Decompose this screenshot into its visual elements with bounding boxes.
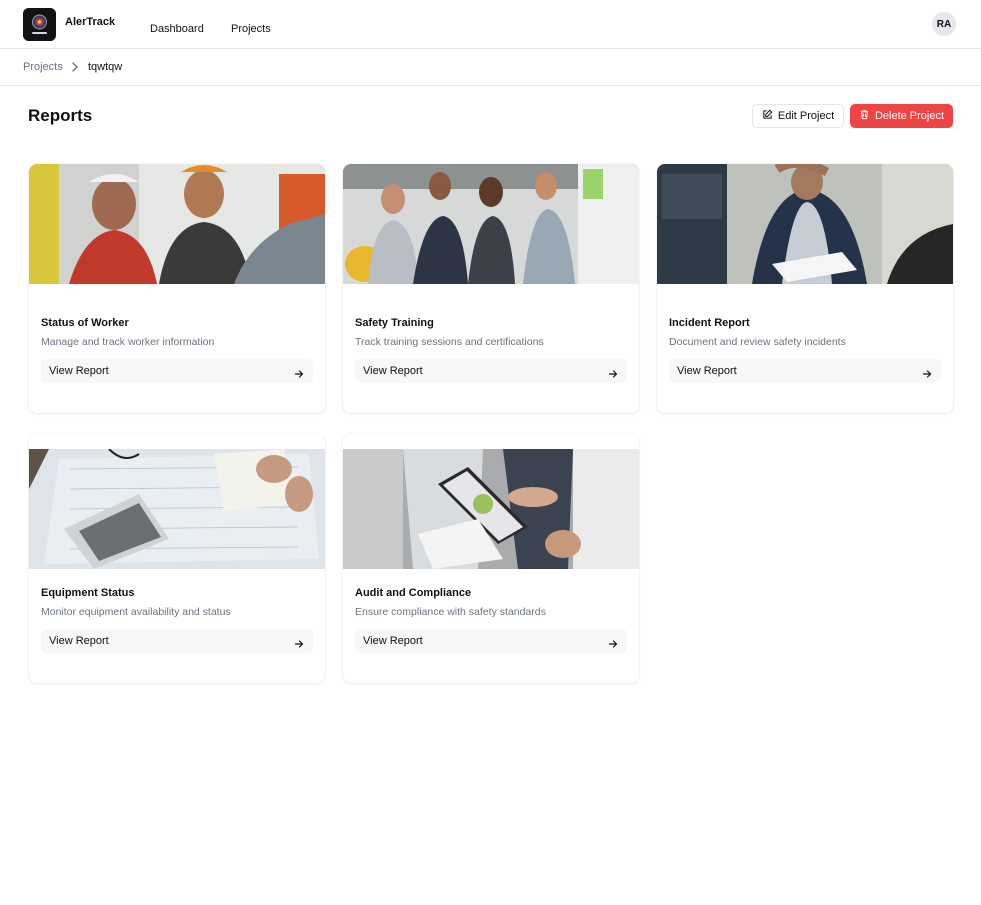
report-card-safety-training: Safety Training Track training sessions … (343, 164, 639, 413)
report-card-description: Track training sessions and certificatio… (355, 336, 544, 348)
view-report-label: View Report (49, 635, 109, 647)
delete-project-label: Delete Project (874, 110, 945, 122)
top-navbar: AlerTrack Dashboard Projects RA (0, 0, 981, 49)
brand-name: AlerTrack (65, 16, 116, 28)
view-report-label: View Report (363, 365, 423, 377)
view-report-button[interactable]: View Report (355, 629, 627, 653)
view-report-button[interactable]: View Report (41, 359, 313, 383)
edit-project-label: Edit Project (777, 110, 835, 122)
breadcrumb-projects-link[interactable]: Projects (23, 61, 63, 73)
report-image-audit (343, 449, 639, 569)
report-card-title: Safety Training (355, 317, 434, 329)
report-image-workers (29, 164, 325, 284)
report-card-title: Equipment Status (41, 587, 135, 599)
report-card-incident-report: Incident Report Document and review safe… (657, 164, 953, 413)
user-avatar[interactable]: RA (932, 12, 956, 36)
view-report-button[interactable]: View Report (669, 359, 941, 383)
arrow-right-icon (294, 366, 304, 378)
report-card-equipment-status: Equipment Status Monitor equipment avail… (29, 434, 325, 683)
report-card-description: Document and review safety incidents (669, 336, 846, 348)
report-card-title: Status of Worker (41, 317, 129, 329)
nav-dashboard[interactable]: Dashboard (150, 23, 204, 35)
breadcrumb: Projects tqwtqw (0, 49, 981, 86)
report-image-incident (657, 164, 953, 284)
report-image-training (343, 164, 639, 284)
arrow-right-icon (608, 366, 618, 378)
app-logo[interactable] (23, 8, 56, 41)
page-title: Reports (28, 106, 93, 125)
report-card-audit-and-compliance: Audit and Compliance Ensure compliance w… (343, 434, 639, 683)
report-card-description: Monitor equipment availability and statu… (41, 606, 231, 618)
view-report-button[interactable]: View Report (355, 359, 627, 383)
view-report-label: View Report (49, 365, 109, 377)
arrow-right-icon (294, 636, 304, 648)
report-image-equipment (29, 449, 325, 569)
view-report-button[interactable]: View Report (41, 629, 313, 653)
report-card-description: Ensure compliance with safety standards (355, 606, 546, 618)
arrow-right-icon (608, 636, 618, 648)
edit-project-button[interactable]: Edit Project (752, 104, 844, 128)
delete-project-button[interactable]: Delete Project (850, 104, 953, 128)
breadcrumb-current: tqwtqw (88, 61, 123, 73)
report-card-title: Audit and Compliance (355, 587, 472, 599)
report-card-status-of-worker: Status of Worker Manage and track worker… (29, 164, 325, 413)
view-report-label: View Report (363, 635, 423, 647)
edit-icon (762, 109, 773, 123)
report-card-title: Incident Report (669, 317, 750, 329)
chevron-right-icon (70, 60, 80, 72)
nav-projects[interactable]: Projects (231, 23, 271, 35)
trash-icon (859, 109, 870, 123)
arrow-right-icon (922, 366, 932, 378)
view-report-label: View Report (677, 365, 737, 377)
report-card-description: Manage and track worker information (41, 336, 215, 348)
